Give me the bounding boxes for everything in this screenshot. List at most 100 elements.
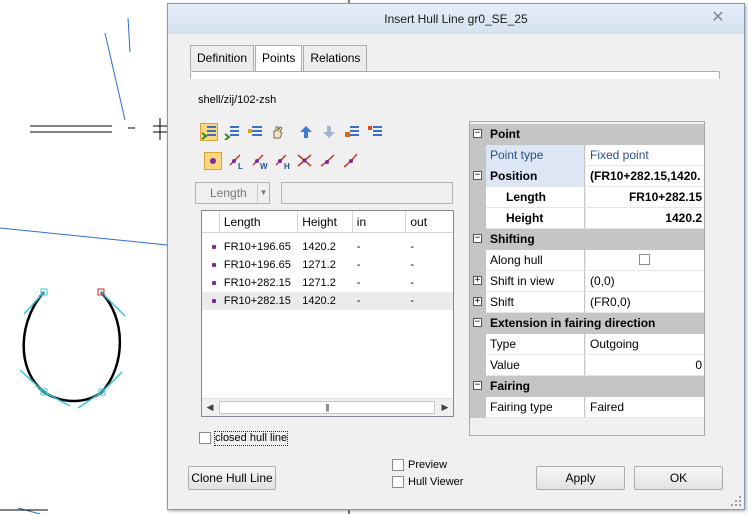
property-row-type[interactable]: Type Outgoing [470,334,704,355]
cell-in: - [356,259,361,271]
coordinate-value-input[interactable] [281,182,453,204]
table-row-selected[interactable]: FR10+282.15 1420.2 - - [202,292,453,310]
property-row-point-type[interactable]: Point type Fixed point [470,145,704,166]
collapse-icon[interactable]: − [473,171,482,180]
collapse-icon[interactable]: − [473,129,482,138]
column-header-height[interactable]: Height [298,211,353,233]
point-marker-icon [212,281,216,285]
property-value[interactable]: Outgoing [586,334,704,355]
collapse-icon[interactable]: − [473,381,482,390]
table-row[interactable]: FR10+196.65 1420.2 - - [202,238,453,256]
property-value[interactable]: (FR0,0) [586,292,704,313]
tab-relations[interactable]: Relations [303,45,368,71]
category-shifting[interactable]: − Shifting [470,229,704,250]
property-grid: − Point Point type Fixed point − Positio… [469,121,705,436]
resize-grip-icon[interactable] [731,496,741,506]
category-label: Point [486,124,704,145]
along-hull-checkbox[interactable] [639,254,650,265]
property-key: Length [486,187,585,208]
property-value[interactable]: Faired [586,397,704,418]
table-row[interactable]: FR10+282.15 1271.2 - - [202,274,453,292]
lines-H-icon[interactable]: H [273,152,291,170]
move-up-icon[interactable] [297,123,315,141]
property-row-fairing-type[interactable]: Fairing type Faired [470,397,704,418]
column-header-length[interactable]: Length [220,211,299,233]
property-value[interactable]: 0 [586,355,704,376]
category-label: Fairing [486,376,704,397]
lines-W-icon[interactable]: W [250,152,268,170]
row-header-corner [202,211,220,233]
cell-out: - [410,295,415,307]
property-row-value[interactable]: Value 0 [470,355,704,376]
closed-hull-line-label[interactable]: closed hull line [213,431,289,446]
expand-icon[interactable]: + [473,297,482,306]
property-row-shift-in-view[interactable]: + Shift in view (0,0) [470,271,704,292]
property-row-length[interactable]: Length FR10+282.15 [470,187,704,208]
hull-viewer-label[interactable]: Hull Viewer [408,476,463,489]
title-bar[interactable]: Insert Hull Line gr0_SE_25 ✕ [168,4,744,34]
hand-icon[interactable] [269,123,287,141]
property-value[interactable]: 1420.2 [586,208,704,229]
property-key: Height [486,208,585,229]
insert-list-icon[interactable] [246,123,264,141]
clone-hull-line-button[interactable]: Clone Hull Line [188,466,276,490]
property-key: Type [486,334,585,355]
scroll-left-icon[interactable]: ◀ [202,399,218,416]
cell-height: 1271.2 [302,277,336,289]
cell-height: 1271.2 [302,259,336,271]
property-value[interactable]: Fixed point [586,145,704,166]
collapse-icon[interactable]: − [473,318,482,327]
category-extension[interactable]: − Extension in fairing direction [470,313,704,334]
points-table-header: Length Height in out [202,211,453,233]
svg-text:H: H [284,162,290,170]
property-value[interactable]: (0,0) [586,271,704,292]
point-marker-icon [212,263,216,267]
property-value [586,250,704,271]
closed-hull-line-checkbox[interactable] [199,432,211,444]
property-value[interactable]: FR10+282.15 [586,187,704,208]
point-type-icon[interactable] [204,152,222,170]
horizontal-scrollbar[interactable]: ◀ ||| ▶ [202,398,453,416]
cell-in: - [356,295,361,307]
tab-definition[interactable]: Definition [190,45,255,71]
coordinate-combo[interactable]: Length ▼ [195,182,270,204]
preview-checkbox[interactable] [392,459,404,471]
intersection-icon[interactable] [296,152,314,170]
lines-L-icon[interactable]: L [227,152,245,170]
property-key: Point type [486,145,585,166]
category-fairing[interactable]: − Fairing [470,376,704,397]
property-row-position[interactable]: − Position (FR10+282.15,1420. [470,166,704,187]
scroll-right-icon[interactable]: ▶ [437,399,453,416]
knuckle-icon[interactable] [342,152,360,170]
property-row-shift[interactable]: + Shift (FR0,0) [470,292,704,313]
column-header-in[interactable]: in [353,211,407,233]
cell-out: - [410,241,415,253]
cell-length: FR10+282.15 [223,277,291,289]
table-row[interactable]: FR10+196.65 1271.2 - - [202,256,453,274]
svg-text:W: W [260,162,268,170]
category-label: Extension in fairing direction [486,313,704,334]
collapse-icon[interactable]: − [473,234,482,243]
apply-button[interactable]: Apply [536,466,625,490]
tangent-icon[interactable] [319,152,337,170]
cell-out: - [410,277,415,289]
scrollbar-thumb[interactable]: ||| [219,401,435,414]
append-point-icon[interactable] [223,123,241,141]
preview-label[interactable]: Preview [408,459,447,472]
category-point[interactable]: − Point [470,124,704,145]
column-header-out[interactable]: out [406,211,453,233]
tab-points[interactable]: Points [255,45,303,72]
delete-list-icon[interactable] [366,123,384,141]
property-value[interactable]: (FR10+282.15,1420. [586,166,704,187]
close-icon[interactable]: ✕ [710,10,726,26]
expand-icon[interactable]: + [473,276,482,285]
property-row-along-hull[interactable]: Along hull [470,250,704,271]
hull-viewer-checkbox[interactable] [392,476,404,488]
delete-point-icon[interactable] [343,123,361,141]
insert-point-icon[interactable] [200,123,218,141]
move-down-icon[interactable] [320,123,338,141]
chevron-down-icon[interactable]: ▼ [257,183,269,203]
property-row-height[interactable]: Height 1420.2 [470,208,704,229]
ok-button[interactable]: OK [634,466,723,490]
point-marker-icon [212,245,216,249]
